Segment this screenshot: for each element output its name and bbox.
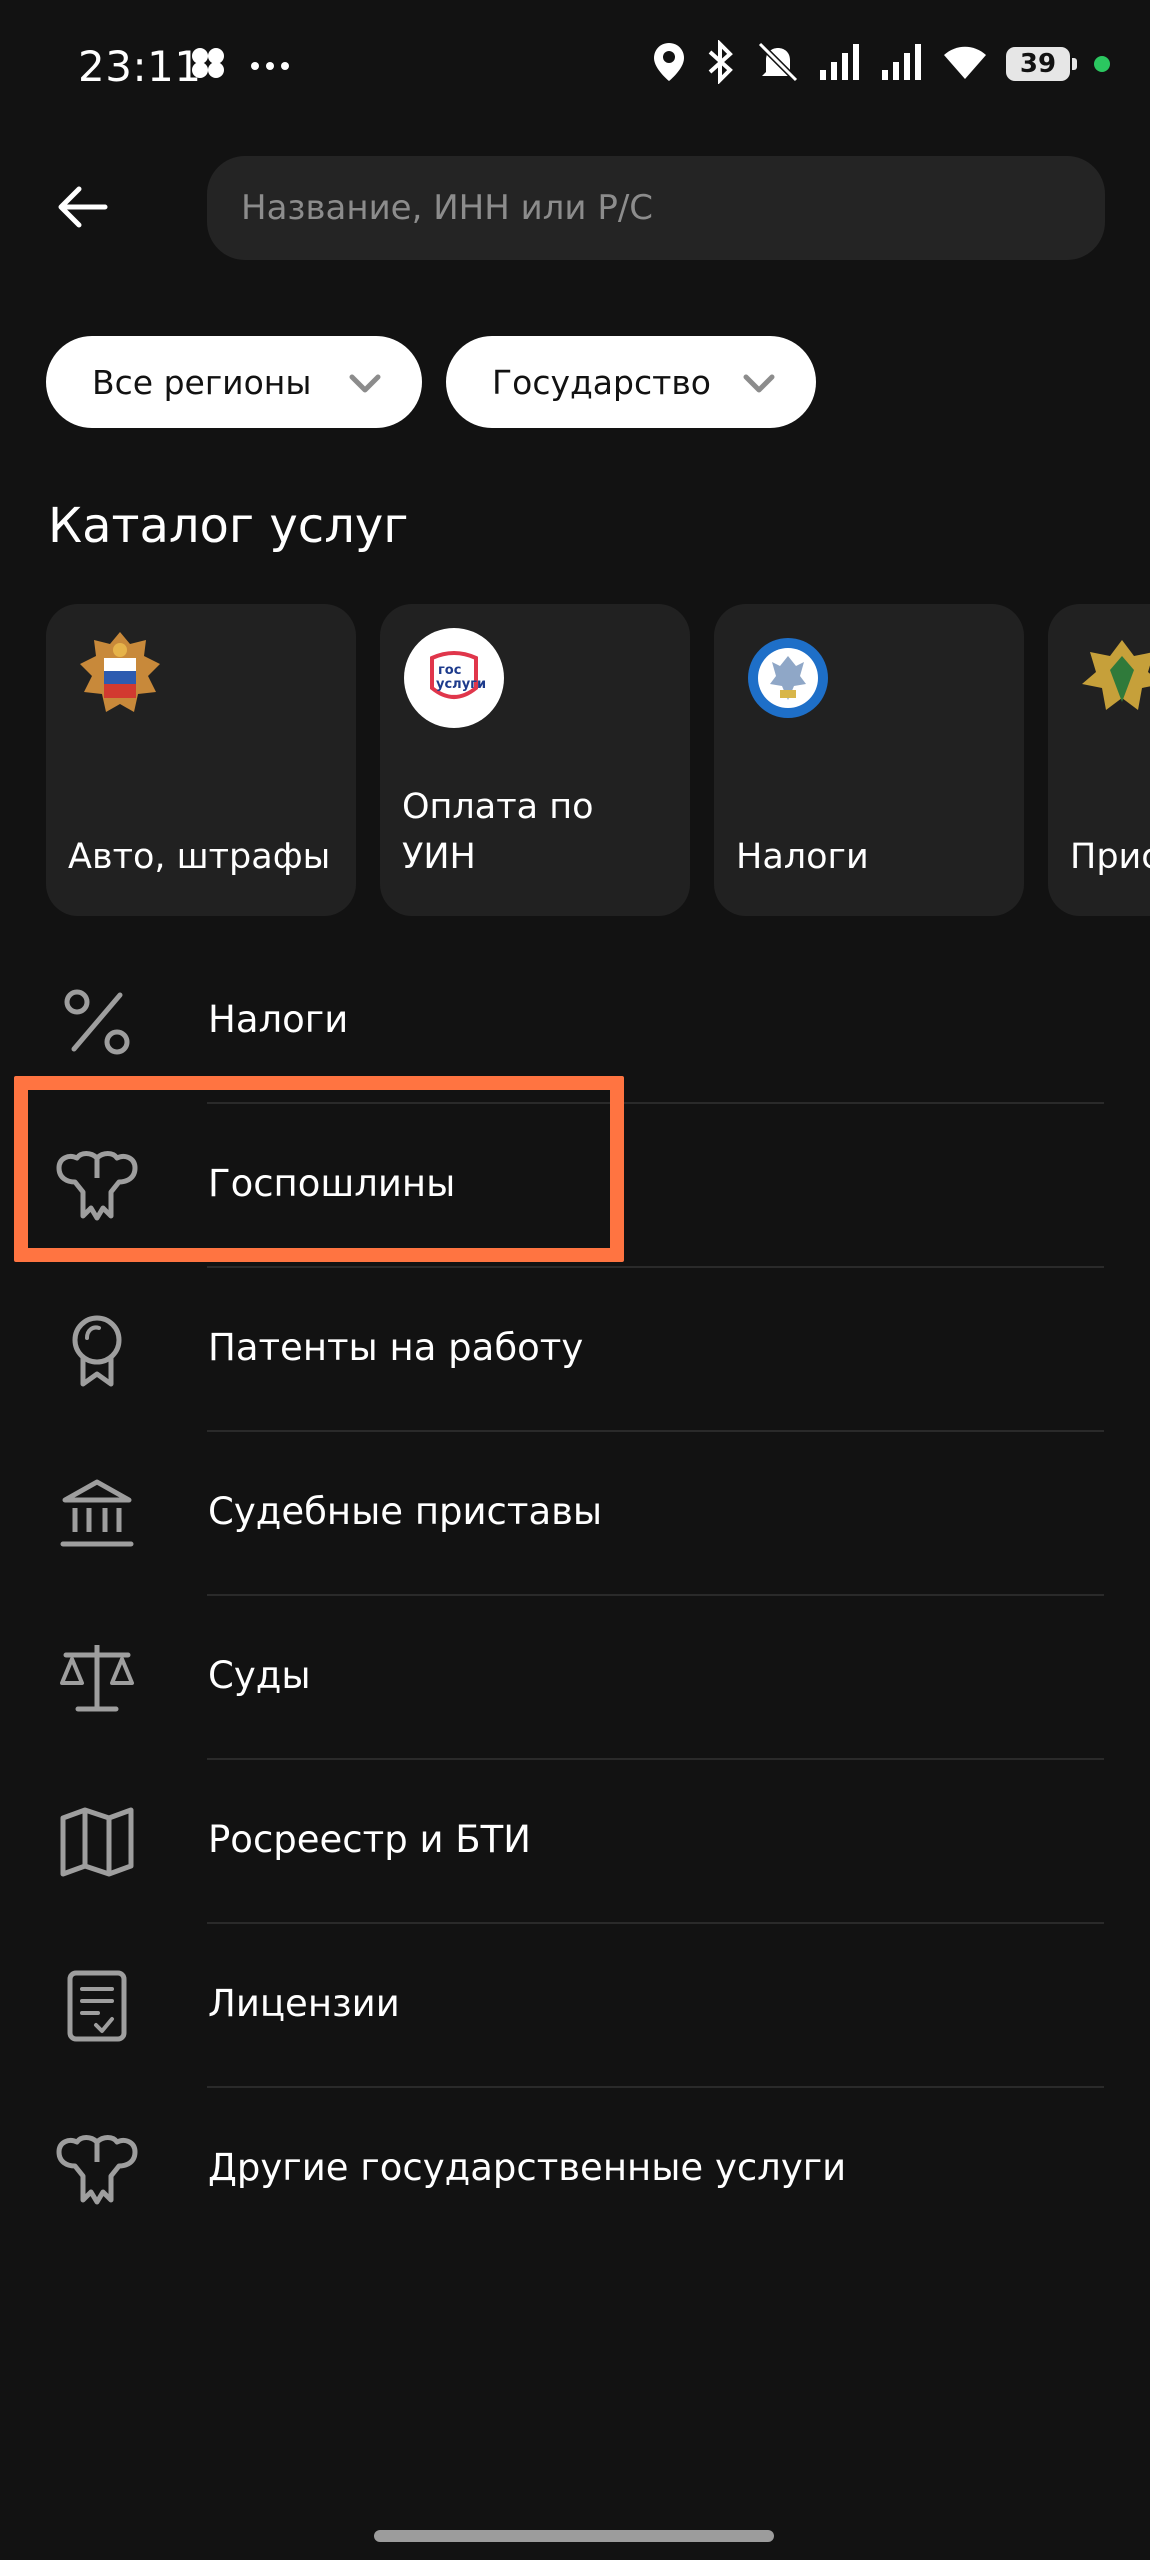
services-list: Налоги Госпошлины Патенты на работу Суде…: [0, 940, 1150, 2252]
apps-icon: [188, 46, 228, 84]
chevron-down-icon: [349, 374, 381, 393]
chevron-down-icon: [743, 374, 775, 393]
search-input[interactable]: [241, 188, 1105, 228]
catalog-card-bailiffs[interactable]: Прис: [1048, 604, 1150, 916]
fns-emblem-icon: [736, 626, 840, 730]
gosuslugi-logo-icon: гос услуги: [402, 626, 506, 730]
search-box[interactable]: [207, 156, 1105, 260]
gibdd-emblem-icon: [68, 626, 172, 730]
gosuslugi-logo-text-1: гос: [438, 663, 461, 678]
bank-building-icon: [52, 1474, 142, 1554]
catalog-title: Каталог услуг: [48, 498, 409, 554]
map-icon: [52, 1802, 142, 1882]
catalog-card-label: Оплата по УИН: [402, 787, 594, 877]
home-indicator[interactable]: [374, 2530, 774, 2542]
service-label: Лицензии: [208, 1982, 400, 2025]
privacy-indicator: [1094, 56, 1110, 72]
back-button[interactable]: [48, 172, 118, 242]
screen: 23:11 39 Название, ИНН или Р/С Все регио…: [0, 0, 1150, 2560]
catalog-card-label: Налоги: [736, 837, 869, 877]
bluetooth-icon: [704, 39, 738, 88]
percent-icon: [52, 982, 142, 1062]
catalog-card-uin-payment[interactable]: гос услуги Оплата по УИН: [380, 604, 690, 916]
service-label: Суды: [208, 1654, 311, 1697]
service-item-rosreestr[interactable]: Росреестр и БТИ: [0, 1760, 1150, 1924]
gosuslugi-logo-text-2: услуги: [436, 677, 486, 692]
catalog-card-taxes[interactable]: Налоги: [714, 604, 1024, 916]
status-bar: 23:11 39: [0, 0, 1150, 140]
wifi-icon: [942, 43, 988, 85]
medal-icon: [52, 1310, 142, 1390]
location-icon: [652, 41, 686, 87]
service-item-other[interactable]: Другие государственные услуги: [0, 2088, 1150, 2252]
eagle-icon: [52, 1146, 142, 1226]
service-label: Другие государственные услуги: [208, 2146, 847, 2189]
eagle-icon: [52, 2130, 142, 2210]
service-item-bailiffs[interactable]: Судебные приставы: [0, 1432, 1150, 1596]
fssp-emblem-icon: [1070, 626, 1150, 730]
filter-category-label: Государство: [492, 362, 711, 402]
service-label: Налоги: [208, 998, 349, 1041]
battery-icon: 39: [1006, 47, 1077, 81]
filter-category-dropdown[interactable]: Государство: [446, 336, 816, 428]
document-check-icon: [52, 1966, 142, 2046]
arrow-left-icon: [58, 186, 108, 228]
more-dots-icon: [250, 56, 290, 75]
service-label: Судебные приставы: [208, 1490, 603, 1533]
service-label: Патенты на работу: [208, 1326, 584, 1369]
service-label: Госпошлины: [208, 1162, 456, 1205]
service-item-work-patents[interactable]: Патенты на работу: [0, 1268, 1150, 1432]
status-time: 23:11: [78, 42, 202, 91]
catalog-card-auto-fines[interactable]: Авто, штрафы: [46, 604, 356, 916]
signal-icon: [880, 42, 924, 86]
filter-regions-label: Все регионы: [92, 362, 312, 402]
service-item-state-duties[interactable]: Госпошлины: [0, 1104, 1150, 1268]
catalog-cards: Авто, штрафы гос услуги Оплата по УИН На…: [46, 604, 1150, 916]
catalog-card-label: Авто, штрафы: [68, 837, 331, 877]
catalog-card-label: Прис: [1070, 837, 1150, 877]
scales-icon: [52, 1638, 142, 1718]
filter-regions-dropdown[interactable]: Все регионы: [46, 336, 422, 428]
mute-icon: [756, 40, 800, 88]
signal-icon: [818, 42, 862, 86]
service-item-taxes[interactable]: Налоги: [0, 940, 1150, 1104]
service-item-licenses[interactable]: Лицензии: [0, 1924, 1150, 2088]
service-item-courts[interactable]: Суды: [0, 1596, 1150, 1760]
service-label: Росреестр и БТИ: [208, 1818, 531, 1861]
